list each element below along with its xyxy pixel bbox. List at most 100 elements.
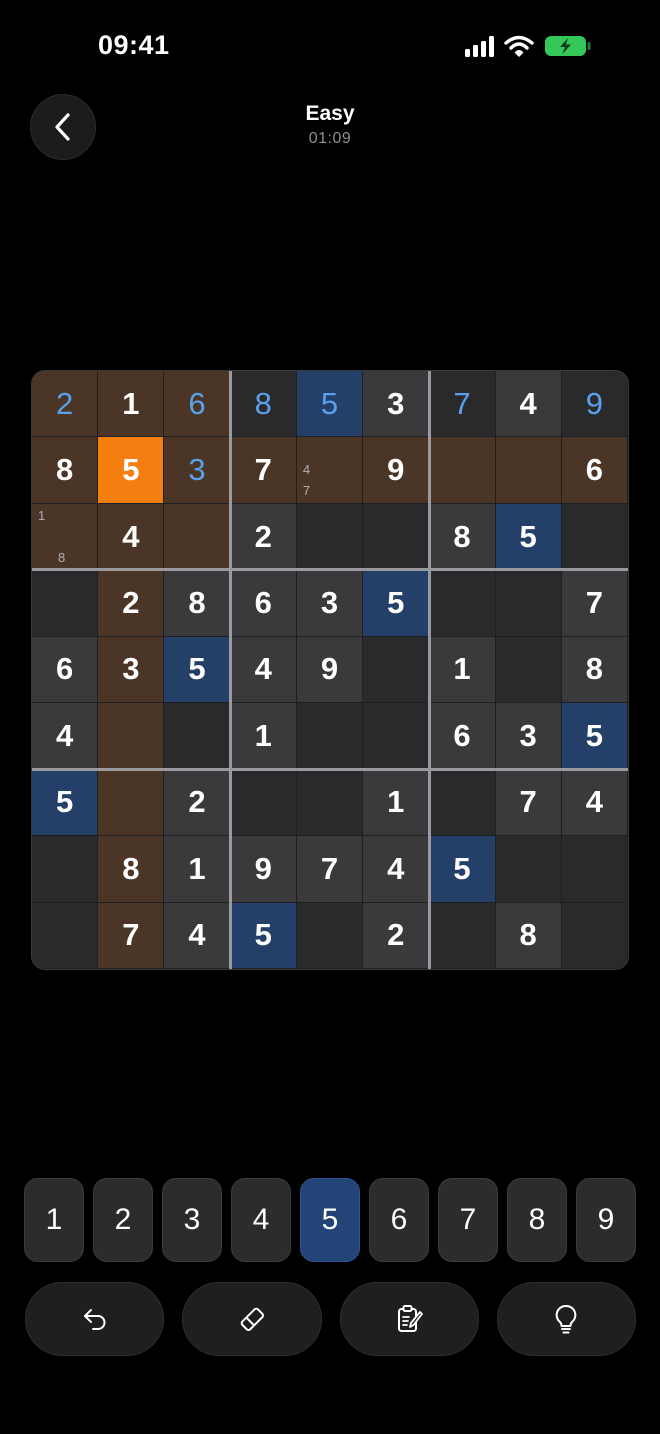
sudoku-cell[interactable]: 7 xyxy=(561,570,628,637)
number-key-8[interactable]: 8 xyxy=(507,1178,567,1262)
sudoku-cell[interactable]: 6 xyxy=(164,371,231,438)
hint-button[interactable] xyxy=(496,1282,636,1356)
sudoku-cell[interactable]: 4 xyxy=(98,503,165,571)
sudoku-cell[interactable]: 8 xyxy=(495,902,562,969)
sudoku-cell[interactable] xyxy=(429,902,496,969)
sudoku-cell[interactable]: 4 xyxy=(363,836,430,903)
sudoku-cell[interactable]: 9 xyxy=(296,636,364,704)
sudoku-cell[interactable]: 6 xyxy=(429,703,496,770)
sudoku-cell[interactable] xyxy=(561,836,628,903)
number-key-9[interactable]: 9 xyxy=(576,1178,636,1262)
sudoku-cell[interactable] xyxy=(495,836,562,903)
sudoku-cell[interactable]: 3 xyxy=(363,371,430,438)
sudoku-cell[interactable] xyxy=(98,703,165,770)
sudoku-cell[interactable]: 7 xyxy=(429,371,496,438)
cell-value: 6 xyxy=(585,452,603,488)
sudoku-cell[interactable]: 2 xyxy=(32,371,99,438)
sudoku-cell[interactable]: 5 xyxy=(429,836,496,903)
sudoku-cell[interactable]: 3 xyxy=(495,703,562,770)
sudoku-cell[interactable]: 6 xyxy=(230,570,297,637)
sudoku-cell[interactable] xyxy=(296,503,364,571)
sudoku-cell[interactable]: 4 xyxy=(561,769,628,837)
sudoku-cell[interactable] xyxy=(164,703,231,770)
sudoku-cell[interactable]: 3 xyxy=(98,636,165,704)
sudoku-cell[interactable]: 6 xyxy=(561,437,628,504)
sudoku-cell[interactable]: 5 xyxy=(495,503,562,571)
sudoku-cell[interactable]: 5 xyxy=(32,769,99,837)
sudoku-cell[interactable]: 5 xyxy=(230,902,297,969)
sudoku-cell[interactable]: 2 xyxy=(230,503,297,571)
sudoku-cell[interactable]: 2 xyxy=(98,570,165,637)
sudoku-cell[interactable]: 8 xyxy=(32,437,99,504)
number-key-5[interactable]: 5 xyxy=(300,1178,360,1262)
sudoku-cell[interactable] xyxy=(363,703,430,770)
sudoku-cell[interactable] xyxy=(363,636,430,704)
sudoku-cell[interactable]: 1 xyxy=(98,371,165,438)
sudoku-cell[interactable]: 5 xyxy=(296,371,364,438)
sudoku-cell[interactable]: 9 xyxy=(561,371,628,438)
sudoku-cell[interactable] xyxy=(32,570,99,637)
sudoku-cell[interactable] xyxy=(561,902,628,969)
sudoku-cell[interactable]: 5 xyxy=(363,570,430,637)
number-key-4[interactable]: 4 xyxy=(231,1178,291,1262)
sudoku-cell[interactable]: 1 xyxy=(230,703,297,770)
sudoku-cell[interactable]: 2 xyxy=(164,769,231,837)
sudoku-cell[interactable]: 8 xyxy=(561,636,628,704)
sudoku-cell[interactable]: 8 xyxy=(429,503,496,571)
sudoku-cell[interactable]: 9 xyxy=(363,437,430,504)
sudoku-cell[interactable] xyxy=(429,769,496,837)
cell-value: 1 xyxy=(453,651,471,687)
sudoku-cell[interactable] xyxy=(429,437,496,504)
cell-value: 4 xyxy=(585,784,603,820)
sudoku-cell[interactable] xyxy=(296,769,364,837)
sudoku-cell[interactable] xyxy=(495,636,562,704)
number-key-1[interactable]: 1 xyxy=(24,1178,84,1262)
erase-button[interactable] xyxy=(182,1282,322,1356)
sudoku-cell[interactable] xyxy=(429,570,496,637)
sudoku-cell[interactable]: 4 xyxy=(495,371,562,438)
sudoku-cell[interactable]: 47 xyxy=(296,437,364,504)
sudoku-cell[interactable] xyxy=(561,503,628,571)
sudoku-cell[interactable]: 1 xyxy=(429,636,496,704)
sudoku-cell[interactable] xyxy=(98,769,165,837)
sudoku-cell[interactable]: 7 xyxy=(230,437,297,504)
sudoku-cell[interactable] xyxy=(32,836,99,903)
sudoku-cell[interactable] xyxy=(296,703,364,770)
sudoku-cell[interactable] xyxy=(495,437,562,504)
sudoku-cell[interactable]: 7 xyxy=(98,902,165,969)
sudoku-cell[interactable]: 9 xyxy=(230,836,297,903)
sudoku-cell[interactable]: 8 xyxy=(98,836,165,903)
cell-value: 5 xyxy=(519,518,537,554)
sudoku-cell[interactable]: 5 xyxy=(98,437,165,504)
undo-button[interactable] xyxy=(25,1282,165,1356)
sudoku-cell[interactable] xyxy=(296,902,364,969)
sudoku-cell[interactable]: 1 xyxy=(363,769,430,837)
sudoku-cell[interactable] xyxy=(363,503,430,571)
number-key-7[interactable]: 7 xyxy=(438,1178,498,1262)
sudoku-cell[interactable]: 2 xyxy=(363,902,430,969)
sudoku-cell[interactable] xyxy=(164,503,231,571)
sudoku-cell[interactable]: 7 xyxy=(296,836,364,903)
sudoku-cell[interactable] xyxy=(495,570,562,637)
number-key-3[interactable]: 3 xyxy=(162,1178,222,1262)
sudoku-cell[interactable]: 3 xyxy=(296,570,364,637)
sudoku-cell[interactable] xyxy=(230,769,297,837)
sudoku-cell[interactable]: 8 xyxy=(230,371,297,438)
sudoku-cell[interactable]: 7 xyxy=(495,769,562,837)
sudoku-cell[interactable]: 6 xyxy=(32,636,99,704)
notes-button[interactable] xyxy=(339,1282,479,1356)
sudoku-cell[interactable] xyxy=(32,902,99,969)
sudoku-cell[interactable]: 1 xyxy=(164,836,231,903)
number-key-6[interactable]: 6 xyxy=(369,1178,429,1262)
sudoku-cell[interactable]: 8 xyxy=(164,570,231,637)
sudoku-cell[interactable]: 3 xyxy=(164,437,231,504)
cell-value: 5 xyxy=(320,385,339,421)
sudoku-cell[interactable]: 18 xyxy=(32,503,99,571)
sudoku-cell[interactable]: 4 xyxy=(32,703,99,770)
sudoku-cell[interactable]: 4 xyxy=(164,902,231,969)
sudoku-cell[interactable]: 5 xyxy=(561,703,628,770)
cell-value: 9 xyxy=(387,452,405,488)
sudoku-cell[interactable]: 4 xyxy=(230,636,297,704)
sudoku-cell[interactable]: 5 xyxy=(164,636,231,704)
number-key-2[interactable]: 2 xyxy=(93,1178,153,1262)
